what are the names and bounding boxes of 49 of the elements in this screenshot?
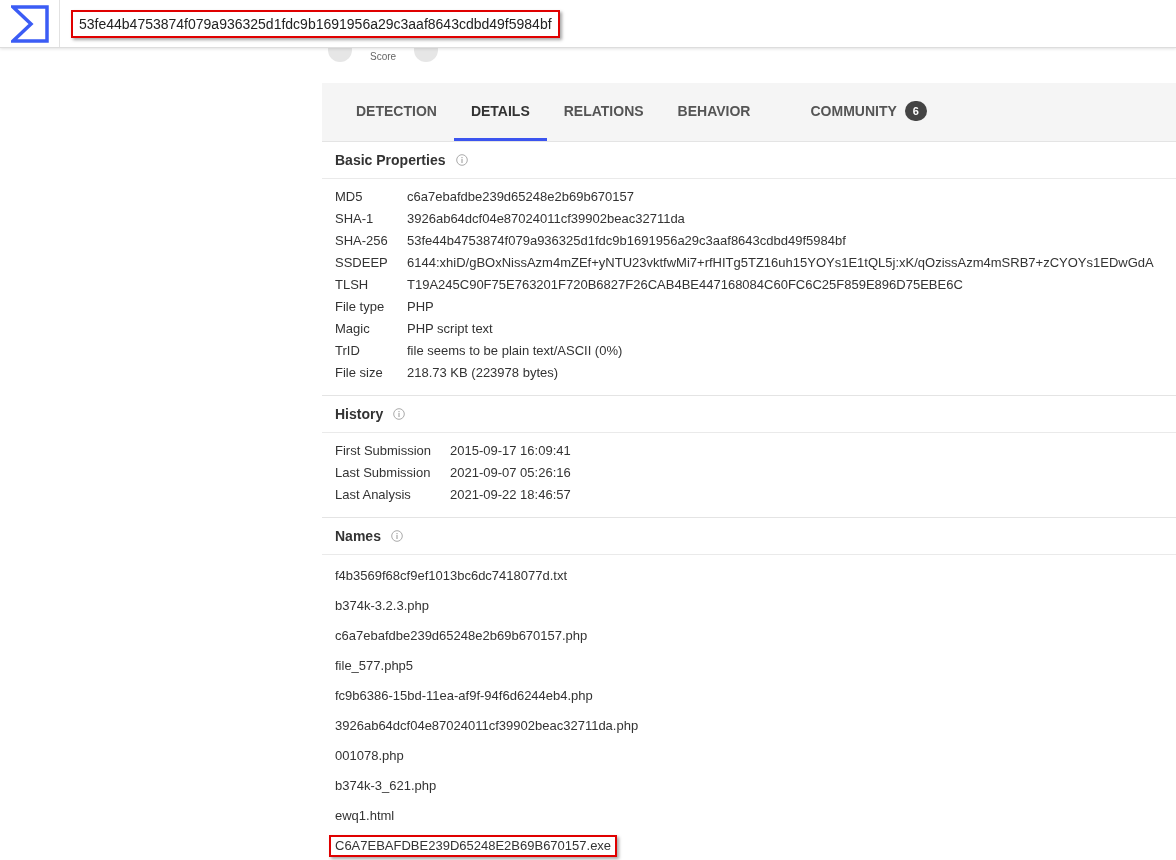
file-name: ewq1.html [334, 807, 396, 825]
file-name: C6A7EBAFDBE239D65248E2B69B670157.exe [329, 835, 618, 857]
property-label: SSDEEP [335, 255, 389, 271]
file-name: c6a7ebafdbe239d65248e2b69b670157.php [334, 627, 589, 645]
info-icon[interactable] [393, 408, 406, 420]
sigma-logo-icon[interactable] [10, 4, 49, 43]
file-name: f4b3569f68cf9ef1013bc6dc7418077d.txt [334, 567, 569, 585]
file-name: b374k-3_621.php [334, 777, 438, 795]
property-label: TLSH [335, 277, 370, 293]
property-value: 2021-09-07 05:26:16 [450, 465, 572, 481]
info-icon[interactable] [455, 154, 468, 166]
tab[interactable]: RELATIONS [546, 83, 661, 141]
section-title: Basic Properties [335, 152, 446, 168]
property-value: 53fe44b4753874f079a936325d1fdc9b1691956a29c3aaf8643cdbd49f5984bf [407, 233, 847, 249]
property-label: File type [335, 299, 386, 315]
property-value: 2021-09-22 18:46:57 [450, 487, 572, 503]
info-icon[interactable] [390, 530, 403, 542]
file-name: fc9b6386-15bd-11ea-af9f-94f6d6244eb4.php [334, 687, 594, 705]
tab[interactable]: COMMUNITY 6 [793, 83, 944, 141]
tab[interactable]: DETAILS [453, 83, 547, 141]
property-label: SHA-256 [335, 233, 389, 249]
property-label: TrID [335, 343, 361, 359]
property-value: PHP [407, 299, 435, 315]
property-value: T19A245C90F75E763201F720B6827F26CAB4BE447168084C60FC6C25F859E896D75EBE6C [407, 277, 964, 293]
search-field[interactable]: 53fe44b4753874f079a936325d1fdc9b1691956a29c3aaf8643cdbd49f5984bf [71, 9, 560, 38]
tab[interactable]: DETECTION [339, 83, 454, 141]
property-label: First Submission [335, 443, 433, 459]
section-title: History [335, 406, 384, 422]
property-label: Last Analysis [335, 487, 412, 503]
section-title: Names [335, 528, 381, 544]
file-name: b374k-3.2.3.php [334, 597, 430, 615]
property-value: 3926ab64dcf04e87024011cf39902beac32711da [407, 211, 686, 227]
tab[interactable]: BEHAVIOR [660, 83, 768, 141]
property-value: file seems to be plain text/ASCII (0%) [407, 343, 624, 359]
file-name: 3926ab64dcf04e87024011cf39902beac32711da.php [334, 717, 640, 735]
file-name: file_577.php5 [334, 657, 415, 675]
property-value: PHP script text [407, 321, 494, 337]
score-label: Score [370, 51, 397, 63]
file-name: 001078.php [334, 747, 405, 765]
property-label: MD5 [335, 189, 364, 205]
property-value: 2015-09-17 16:09:41 [450, 443, 572, 459]
property-label: File size [335, 365, 384, 381]
property-label: SHA-1 [335, 211, 375, 227]
property-label: Last Submission [335, 465, 432, 481]
property-value: 6144:xhiD/gBOxNissAzm4mZEf+yNTU23vktfwMi7+rfHITg5TZ16uh15YOYs1E1tQL5j:xK/qOzissAzm4mSRB7+zCYOYs1EDwGdA [407, 255, 1155, 271]
property-label: Magic [335, 321, 371, 337]
property-value: 218.73 KB (223978 bytes) [407, 365, 560, 381]
property-value: c6a7ebafdbe239d65248e2b69b670157 [407, 189, 635, 205]
count-badge: 6 [904, 100, 927, 121]
